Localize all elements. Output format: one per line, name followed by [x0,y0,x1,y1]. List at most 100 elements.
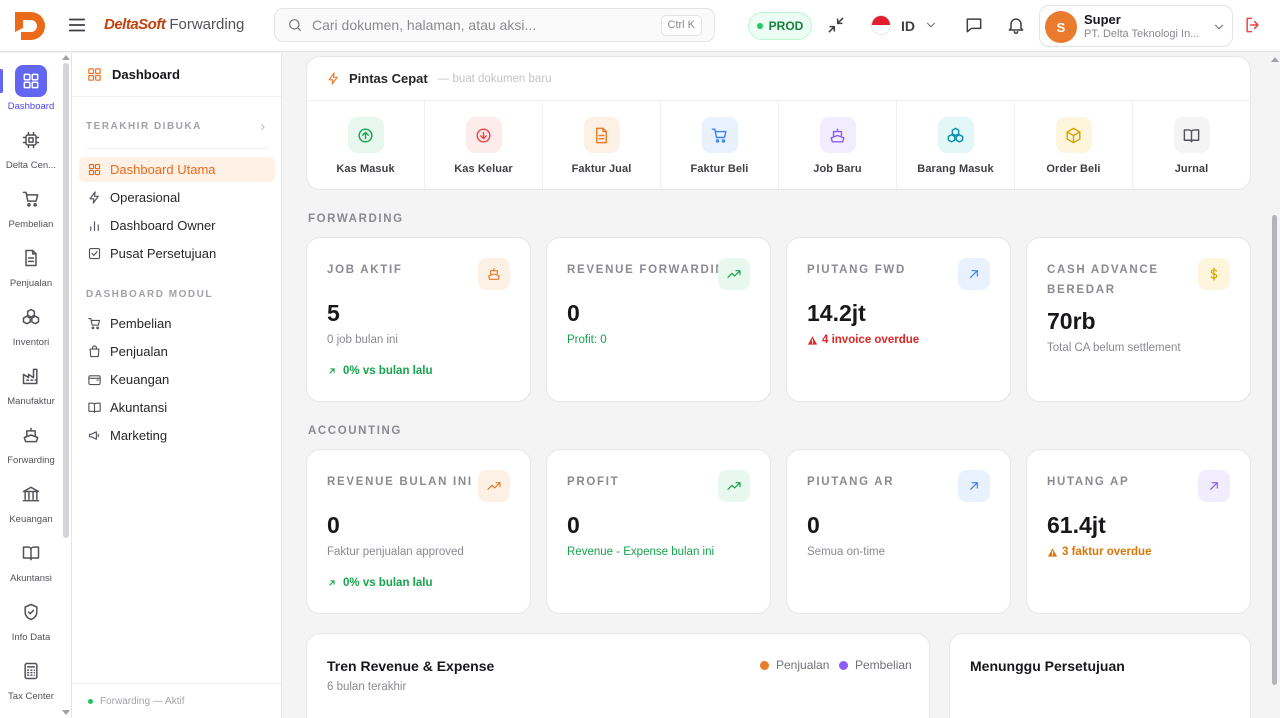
kpi-card-cash-advance[interactable]: CASH ADVANCE BEREDAR 70rb Total CA belum… [1026,237,1251,402]
rail-item-pembelian[interactable]: Pembelian [0,183,62,235]
quick-action-label: Jurnal [1174,163,1209,175]
rail-scrollbar[interactable] [63,63,69,538]
kpi-card-revenue-forwarding[interactable]: REVENUE FORWARDING 0 Profit: 0 [546,237,771,402]
nav-operasional[interactable]: Operasional [79,185,275,210]
quick-action-kas-keluar[interactable]: Kas Keluar [425,101,543,189]
rail-item-keuangan[interactable]: Keuangan [0,478,62,530]
rail-item-dashboard[interactable]: Dashboard [0,65,62,117]
quick-action-faktur-beli[interactable]: Faktur Beli [661,101,779,189]
module-rail: Dashboard Delta Cen... Pembelian Penjual… [0,53,72,718]
trend-chart-card: Tren Revenue & Expense 6 bulan terakhir … [306,633,930,718]
rail-item-penjualan[interactable]: Penjualan [0,242,62,294]
panel-title: Dashboard [112,67,180,82]
document-icon [15,242,47,274]
scroll-up-arrow[interactable] [1271,57,1279,62]
legend-label: Pembelian [855,658,912,672]
rail-item-inventori[interactable]: Inventori [0,301,62,353]
kpi-value: 5 [327,300,340,326]
arrow-up-right-icon [329,580,335,586]
scroll-up-arrow[interactable] [62,55,70,60]
kpi-card-job-aktif[interactable]: JOB AKTIF 5 0 job bulan ini 0% vs bulan … [306,237,531,402]
kpi-card-piutang-fwd[interactable]: PIUTANG FWD 14.2jt 4 invoice overdue [786,237,1011,402]
nav-module-akuntansi[interactable]: Akuntansi [79,395,275,420]
brand-name: DeltaSoft [104,16,166,33]
collapse-icon[interactable] [826,15,846,35]
kpi-card-piutang-ar[interactable]: PIUTANG AR 0 Semua on-time [786,449,1011,614]
search-bar[interactable]: Cari dokumen, halaman, atau aksi... Ctrl… [274,8,715,42]
rail-item-akuntansi[interactable]: Akuntansi [0,537,62,589]
chevron-right-icon[interactable] [258,122,268,132]
nav-pusat-persetujuan[interactable]: Pusat Persetujuan [79,241,275,266]
legend-label: Penjualan [776,658,830,672]
bell-icon[interactable] [1006,15,1026,35]
ship-icon [15,419,47,451]
kpi-subtitle: Faktur penjualan approved [327,546,464,558]
rail-item-tax-center[interactable]: Tax Center [0,655,62,707]
bag-icon [89,345,100,358]
kpi-trend-text: 0% vs bulan lalu [343,577,433,589]
quick-action-jurnal[interactable]: Jurnal [1133,101,1250,189]
quick-action-faktur-jual[interactable]: Faktur Jual [543,101,661,189]
language-selector[interactable]: ID [901,18,915,34]
kpi-subtitle: Revenue - Expense bulan ini [567,546,715,558]
kpi-value: 61.4jt [1047,512,1106,538]
nav-module-pembelian[interactable]: Pembelian [79,311,275,336]
kpi-warning-text: 4 invoice overdue [822,334,920,346]
nav-dashboard-utama[interactable]: Dashboard Utama [79,157,275,182]
nav-module-keuangan[interactable]: Keuangan [79,367,275,392]
lightning-icon [89,191,99,204]
module-section-label: DASHBOARD MODUL [86,289,213,300]
trending-up-icon [718,258,750,290]
rail-item-forwarding[interactable]: Forwarding [0,419,62,471]
wallet-icon [88,375,101,386]
quick-action-job-baru[interactable]: Job Baru [779,101,897,189]
rail-label: Info Data [11,632,51,643]
nav-module-marketing[interactable]: Marketing [79,423,275,448]
rail-item-info-data[interactable]: Info Data [0,596,62,648]
indonesia-flag-icon[interactable] [871,15,891,35]
approval-card: Menunggu Persetujuan [949,633,1251,718]
factory-icon [15,360,47,392]
kpi-label: PIUTANG AR [807,476,895,488]
warning-icon [807,335,818,345]
rail-item-delta-center[interactable]: Delta Cen... [0,124,62,176]
kpi-card-revenue-bulan-ini[interactable]: REVENUE BULAN INI 0 Faktur penjualan app… [306,449,531,614]
rail-label: Manufaktur [7,396,55,407]
bank-icon [15,478,47,510]
nav-label: Marketing [110,428,168,443]
user-menu[interactable]: S Super PT. Delta Teknologi In... [1039,5,1233,47]
kpi-subtitle: 0 job bulan ini [327,334,398,346]
rail-label: Tax Center [8,691,54,702]
environment-badge: PROD [748,12,812,40]
legend-penjualan[interactable]: Penjualan [760,658,829,672]
environment-label: PROD [768,19,804,33]
rail-label: Pembelian [8,219,54,230]
kpi-subtitle: Profit: 0 [567,334,607,346]
main-scrollbar[interactable] [1272,215,1277,685]
rail-item-manufaktur[interactable]: Manufaktur [0,360,62,412]
kpi-label: CASH ADVANCE BEREDAR [1047,264,1159,296]
avatar: S [1045,11,1077,43]
kpi-card-hutang-ap[interactable]: HUTANG AP 61.4jt 3 faktur overdue [1026,449,1251,614]
nav-dashboard-owner[interactable]: Dashboard Owner [79,213,275,238]
quick-action-label: Barang Masuk [917,163,994,175]
legend-pembelian[interactable]: Pembelian [839,658,912,672]
kpi-label: REVENUE BULAN INI [327,476,473,488]
rail-label: Forwarding [7,455,55,466]
chevron-down-icon[interactable] [924,18,938,32]
deltasoft-logo-icon[interactable] [11,8,47,44]
logout-icon[interactable] [1243,15,1263,35]
recent-section-label[interactable]: TERAKHIR DIBUKA [86,121,202,132]
quick-action-label: Kas Masuk [336,163,395,175]
rail-label: Inventori [12,337,50,348]
kpi-warning-text: 3 faktur overdue [1062,546,1152,558]
menu-icon[interactable] [66,14,88,36]
quick-action-kas-masuk[interactable]: Kas Masuk [307,101,425,189]
quick-action-order-beli[interactable]: Order Beli [1015,101,1133,189]
quick-action-barang-masuk[interactable]: Barang Masuk [897,101,1015,189]
nav-module-penjualan[interactable]: Penjualan [79,339,275,364]
scroll-down-arrow[interactable] [62,710,70,715]
kpi-card-profit[interactable]: PROFIT 0 Revenue - Expense bulan ini [546,449,771,614]
check-square-icon [88,247,101,260]
chat-icon[interactable] [964,15,984,35]
